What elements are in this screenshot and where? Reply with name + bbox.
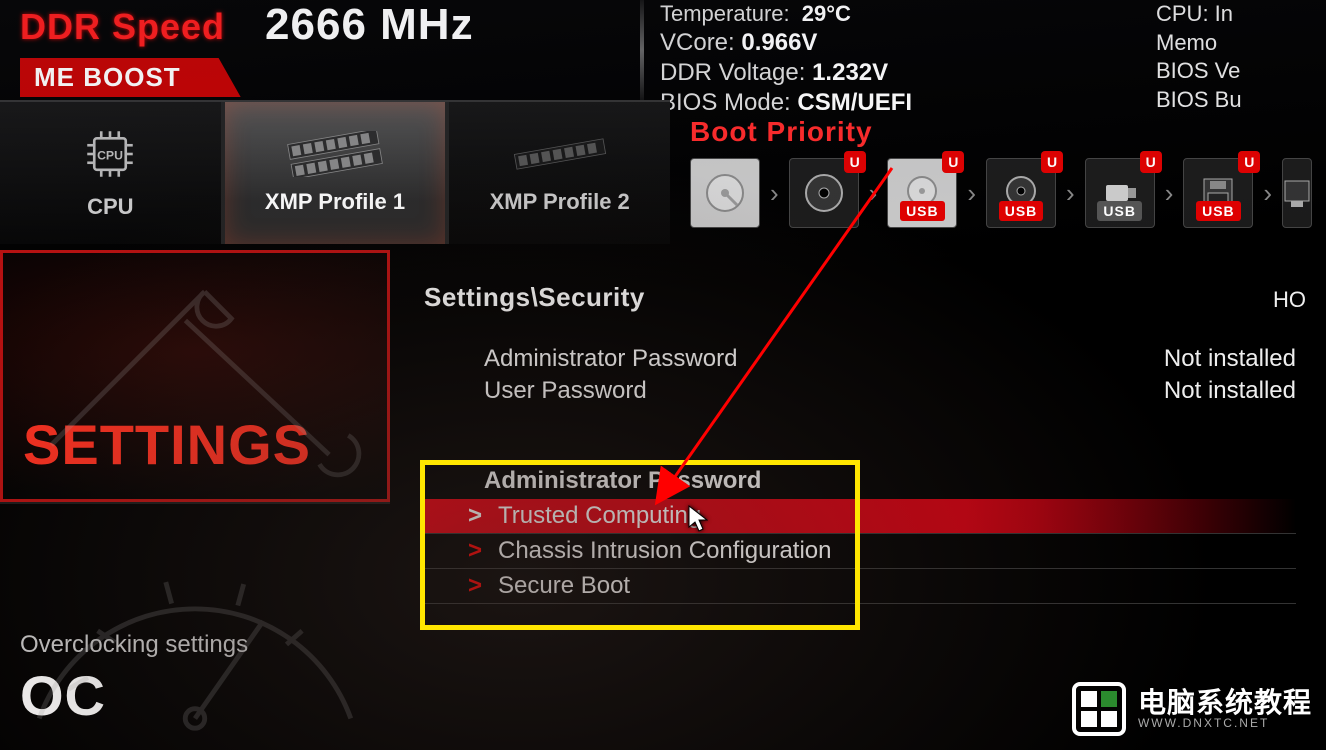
boot-device-usb-drive[interactable]: USB U xyxy=(1085,158,1155,228)
chevron-right-icon: > xyxy=(468,537,486,565)
boot-badge-icon: U xyxy=(844,151,866,173)
ddr-speed-value: 2666 MHz xyxy=(265,0,474,50)
game-boost-badge[interactable]: ME BOOST xyxy=(20,58,241,97)
boot-device-hdd[interactable] xyxy=(690,158,760,228)
boot-device-usb-floppy[interactable]: USB U xyxy=(1183,158,1253,228)
temperature-label: Temperature: xyxy=(660,1,790,26)
admin-password-label[interactable]: Administrator Password xyxy=(484,345,737,373)
cpu-profile-tab[interactable]: CPU CPU xyxy=(0,102,225,244)
chevron-right-icon: › xyxy=(869,178,878,209)
usb-label: USB xyxy=(1097,201,1142,221)
boot-badge-icon: U xyxy=(1238,151,1260,173)
sidebar-oc-tile[interactable]: Overclocking settings OC xyxy=(0,502,390,750)
memory-info: Memo xyxy=(1156,29,1326,58)
help-text: HO xyxy=(1273,287,1306,313)
boot-device-usb-2[interactable]: USB U xyxy=(986,158,1056,228)
hdd-icon xyxy=(703,171,747,215)
menu-secure-boot[interactable]: > Secure Boot xyxy=(424,569,1296,604)
chevron-right-icon: › xyxy=(967,178,976,209)
user-password-value: Not installed xyxy=(1164,377,1296,405)
svg-text:CPU: CPU xyxy=(97,148,123,162)
boot-device-usb-1[interactable]: USB U xyxy=(887,158,957,228)
watermark-url: WWW.DNXTC.NET xyxy=(1138,717,1312,729)
user-password-label[interactable]: User Password xyxy=(484,377,647,405)
chevron-right-icon: › xyxy=(1263,178,1272,209)
chevron-right-icon: > xyxy=(468,572,486,600)
chevron-right-icon: › xyxy=(1165,178,1174,209)
ddr-voltage-value: 1.232V xyxy=(812,59,888,86)
xmp1-tab-label: XMP Profile 1 xyxy=(265,189,405,215)
chevron-right-icon: › xyxy=(1066,178,1075,209)
vcore-value: 0.966V xyxy=(741,29,817,56)
boot-badge-icon: U xyxy=(1041,151,1063,173)
sidebar-settings-tile[interactable]: SETTINGS xyxy=(0,250,390,502)
ram-icon xyxy=(285,131,385,177)
boot-device-disc[interactable]: U xyxy=(789,158,859,228)
breadcrumb: Settings\Security xyxy=(424,282,1296,313)
cpu-icon: CPU xyxy=(82,126,138,182)
ddr-speed-label: DDR Speed xyxy=(20,6,225,48)
menu-item-label: Secure Boot xyxy=(498,572,630,600)
menu-item-label: Chassis Intrusion Configuration xyxy=(498,537,832,565)
xmp-profile-1-tab[interactable]: XMP Profile 1 xyxy=(225,102,450,244)
menu-item-label: Trusted Computing xyxy=(498,502,701,530)
ram-icon xyxy=(510,131,610,177)
xmp-profile-2-tab[interactable]: XMP Profile 2 xyxy=(449,102,670,244)
ddr-voltage-label: DDR Voltage: xyxy=(660,59,805,86)
tools-icon xyxy=(13,263,377,483)
watermark-logo-icon xyxy=(1072,682,1126,736)
menu-chassis-intrusion[interactable]: > Chassis Intrusion Configuration xyxy=(424,534,1296,569)
usb-label: USB xyxy=(999,201,1044,221)
boot-badge-icon: U xyxy=(1140,151,1162,173)
vertical-divider xyxy=(640,0,644,100)
boot-priority-title: Boot Priority xyxy=(690,116,1326,148)
admin-password-value: Not installed xyxy=(1164,345,1296,373)
chevron-right-icon: > xyxy=(468,502,486,530)
boot-badge-icon: U xyxy=(942,151,964,173)
gauge-icon xyxy=(10,514,380,738)
cpu-tab-label: CPU xyxy=(87,194,133,220)
xmp2-tab-label: XMP Profile 2 xyxy=(490,189,630,215)
password-section-heading: Administrator Password xyxy=(424,463,1296,499)
watermark-title: 电脑系统教程 xyxy=(1138,689,1312,717)
menu-trusted-computing[interactable]: > Trusted Computing xyxy=(424,499,1296,534)
watermark: 电脑系统教程 WWW.DNXTC.NET xyxy=(1072,682,1312,736)
disc-icon xyxy=(802,171,846,215)
usb-label: USB xyxy=(900,201,945,221)
vcore-label: VCore: xyxy=(660,29,735,56)
network-icon xyxy=(1283,171,1311,215)
chevron-right-icon: › xyxy=(770,178,779,209)
cpu-info: CPU: In xyxy=(1156,0,1326,29)
boot-device-network[interactable] xyxy=(1282,158,1312,228)
usb-label: USB xyxy=(1196,201,1241,221)
temperature-value: 29°C xyxy=(802,1,851,26)
bios-version: BIOS Ve xyxy=(1156,57,1326,86)
